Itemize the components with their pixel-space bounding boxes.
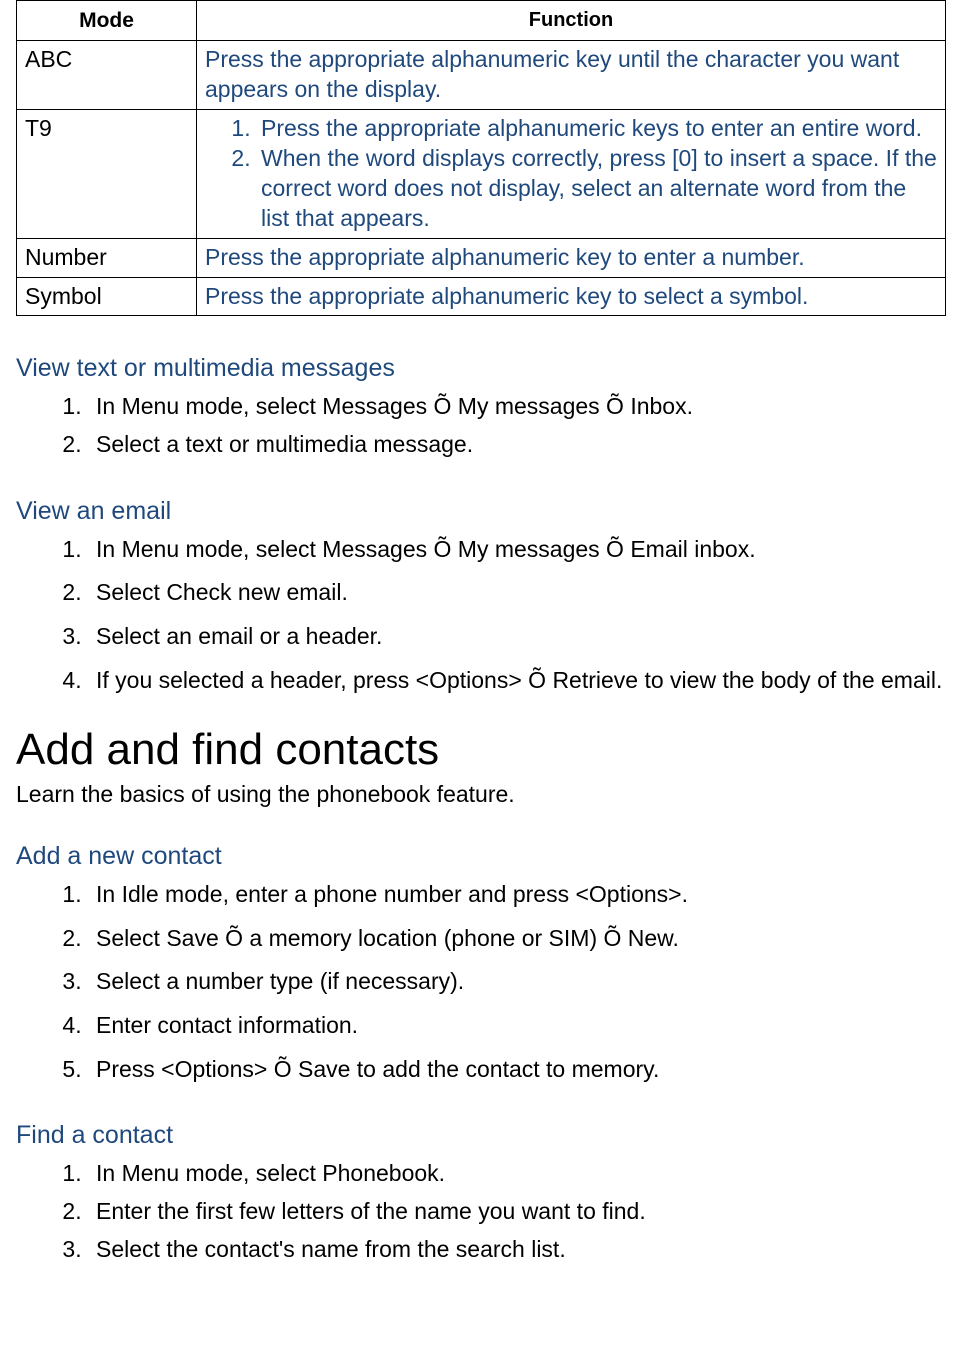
list-item: Enter the first few letters of the name … (88, 1194, 946, 1230)
list-item: Press the appropriate alphanumeric keys … (257, 114, 937, 144)
heading-add-find-contacts: Add and find contacts (16, 724, 946, 777)
table-row: Number Press the appropriate alphanumeri… (17, 238, 946, 277)
list-item: Select Save Õ a memory location (phone o… (88, 921, 946, 957)
mode-function-table: Mode Function ABC Press the appropriate … (16, 0, 946, 316)
list-item: If you selected a header, press <Options… (88, 663, 946, 699)
list-item: In Menu mode, select Messages Õ My messa… (88, 389, 946, 425)
list-item: Select a number type (if necessary). (88, 964, 946, 1000)
header-mode: Mode (17, 1, 197, 41)
heading-find-contact: Find a contact (16, 1121, 946, 1150)
view-messages-steps: In Menu mode, select Messages Õ My messa… (16, 389, 946, 462)
table-row: Symbol Press the appropriate alphanumeri… (17, 277, 946, 316)
list-item: Select a text or multimedia message. (88, 427, 946, 463)
contacts-subtitle: Learn the basics of using the phonebook … (16, 781, 946, 808)
list-item: Select the contact's name from the searc… (88, 1232, 946, 1268)
find-contact-steps: In Menu mode, select Phonebook. Enter th… (16, 1156, 946, 1267)
list-item: Press <Options> Õ Save to add the contac… (88, 1052, 946, 1088)
list-item: In Idle mode, enter a phone number and p… (88, 877, 946, 913)
mode-cell: ABC (17, 41, 197, 110)
table-row: T9 Press the appropriate alphanumeric ke… (17, 110, 946, 239)
table-row: ABC Press the appropriate alphanumeric k… (17, 41, 946, 110)
list-item: In Menu mode, select Messages Õ My messa… (88, 532, 946, 568)
heading-add-contact: Add a new contact (16, 842, 946, 871)
function-cell: Press the appropriate alphanumeric key t… (197, 277, 946, 316)
mode-cell: Number (17, 238, 197, 277)
header-function: Function (197, 1, 946, 41)
mode-cell: T9 (17, 110, 197, 239)
heading-view-email: View an email (16, 497, 946, 526)
t9-steps-list: Press the appropriate alphanumeric keys … (205, 114, 937, 234)
function-cell: Press the appropriate alphanumeric keys … (197, 110, 946, 239)
function-cell: Press the appropriate alphanumeric key t… (197, 238, 946, 277)
list-item: In Menu mode, select Phonebook. (88, 1156, 946, 1192)
heading-view-messages: View text or multimedia messages (16, 354, 946, 383)
view-email-steps: In Menu mode, select Messages Õ My messa… (16, 532, 946, 699)
document-page: Mode Function ABC Press the appropriate … (0, 0, 962, 1299)
list-item: When the word displays correctly, press … (257, 144, 937, 234)
list-item: Select an email or a header. (88, 619, 946, 655)
table-header-row: Mode Function (17, 1, 946, 41)
list-item: Select Check new email. (88, 575, 946, 611)
function-cell: Press the appropriate alphanumeric key u… (197, 41, 946, 110)
add-contact-steps: In Idle mode, enter a phone number and p… (16, 877, 946, 1087)
mode-cell: Symbol (17, 277, 197, 316)
list-item: Enter contact information. (88, 1008, 946, 1044)
